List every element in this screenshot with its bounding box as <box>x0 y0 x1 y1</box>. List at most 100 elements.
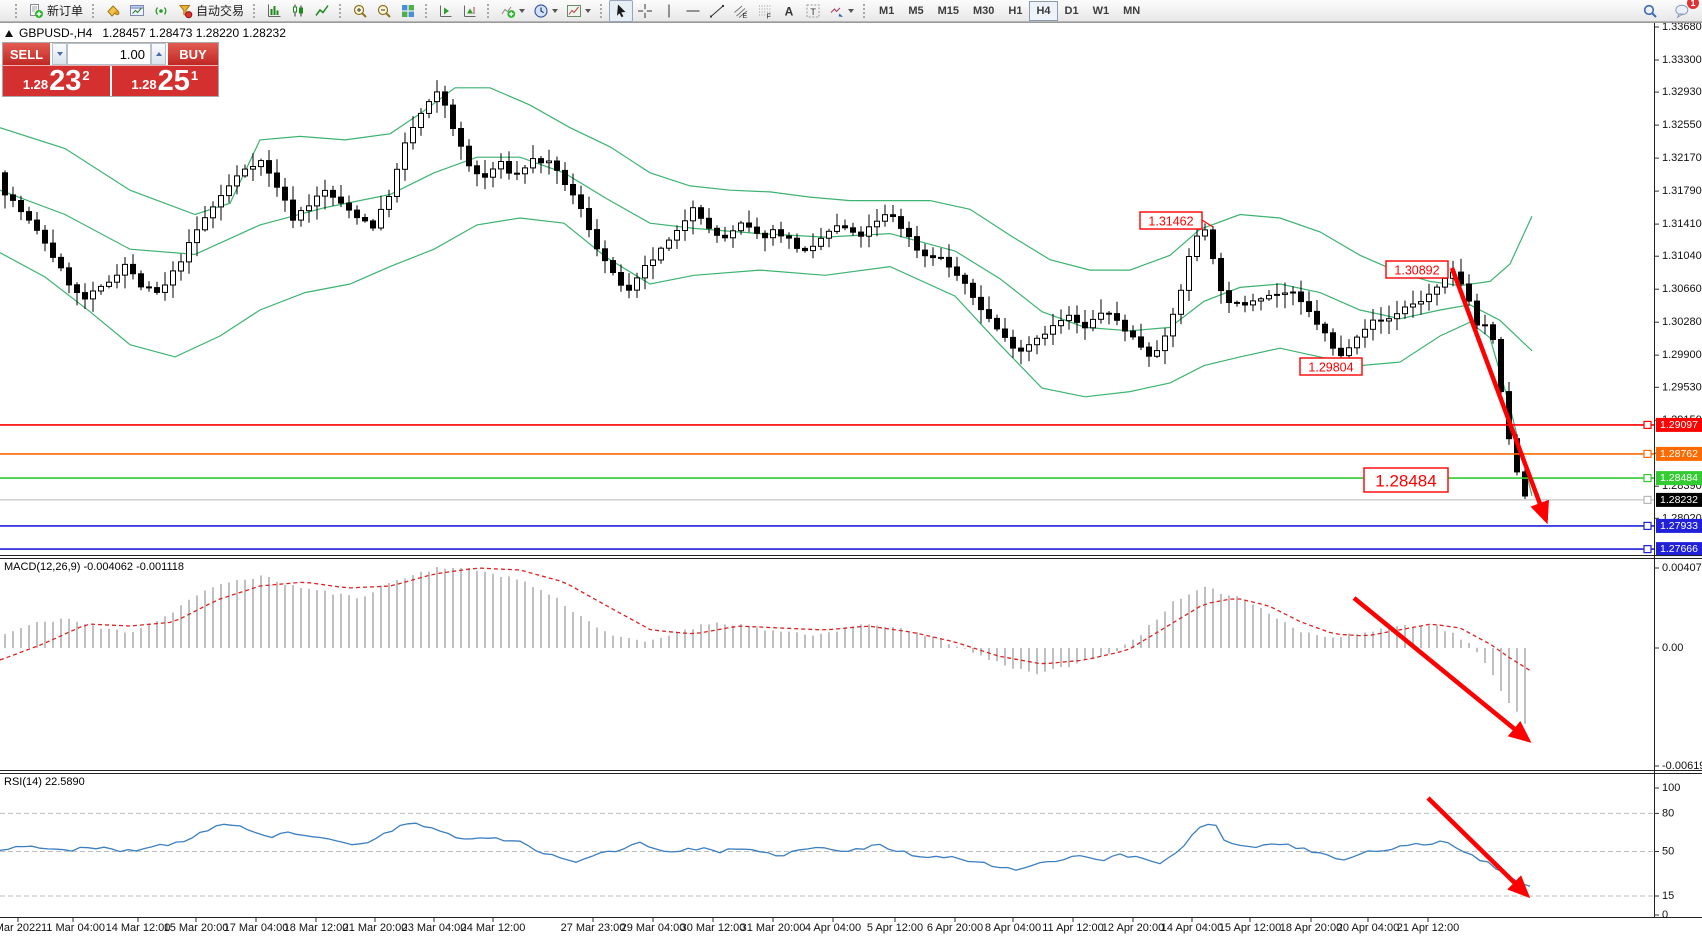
main-toolbar: 新订单 自动交易 EFA T M1M5M15M30H1H4D1W1MN 1 <box>0 0 1702 22</box>
chart-shift-button[interactable] <box>458 0 482 22</box>
toolbar-drag-handle[interactable] <box>425 4 429 18</box>
macd-indicator-label: MACD(12,26,9) -0.004062 -0.001118 <box>4 561 184 573</box>
svg-text:5 Apr 12:00: 5 Apr 12:00 <box>867 922 923 934</box>
zoom-out-button[interactable] <box>372 0 396 22</box>
svg-text:18 Apr 20:00: 18 Apr 20:00 <box>1280 922 1342 934</box>
svg-text:50: 50 <box>1662 846 1674 858</box>
svg-text:17 Mar 04:00: 17 Mar 04:00 <box>224 922 289 934</box>
timeframe-m30-button[interactable]: M30 <box>966 1 1001 21</box>
candles-icon <box>290 3 306 19</box>
svg-text:A: A <box>785 4 794 18</box>
new-order-button[interactable]: 新订单 <box>24 0 87 22</box>
volume-decrease-button[interactable] <box>52 43 67 65</box>
symbol-info: GBPUSD-,H4 1.28457 1.28473 1.28220 1.282… <box>5 26 286 40</box>
svg-text:11 Mar 04:00: 11 Mar 04:00 <box>41 922 105 934</box>
timeframe-m5-button[interactable]: M5 <box>901 1 930 21</box>
svg-text:1.30892: 1.30892 <box>1394 264 1439 278</box>
svg-text:1.28232: 1.28232 <box>1660 494 1698 506</box>
svg-text:1.28484: 1.28484 <box>1375 472 1436 491</box>
label-t-icon: T <box>805 3 821 19</box>
sell-price-big: 23 <box>49 68 81 95</box>
volume-input[interactable] <box>67 43 151 65</box>
toolbar-drag-handle[interactable] <box>339 4 343 18</box>
toolbar-drag-handle[interactable] <box>253 4 257 18</box>
fibonacci-button[interactable]: F <box>753 0 777 22</box>
buy-button[interactable]: BUY <box>168 43 218 65</box>
tile-windows-button[interactable] <box>396 0 420 22</box>
horizontal-line-button[interactable] <box>681 0 705 22</box>
svg-text:1.31410: 1.31410 <box>1662 218 1702 230</box>
crosshair-button[interactable] <box>633 0 657 22</box>
svg-text:T: T <box>810 6 816 16</box>
vertical-line-button[interactable] <box>657 0 681 22</box>
chart-canvas[interactable]: 1.336801.333001.329301.325501.321701.317… <box>0 0 1702 938</box>
text-button[interactable]: A <box>777 0 801 22</box>
ohlc-values: 1.28457 1.28473 1.28220 1.28232 <box>102 26 286 40</box>
vline-icon <box>661 3 677 19</box>
toolbar-drag-handle[interactable] <box>487 4 491 18</box>
candle-chart-mode-button[interactable] <box>286 0 310 22</box>
chat-notification-badge: 1 <box>1687 0 1699 9</box>
svg-text:29 Mar 04:00: 29 Mar 04:00 <box>621 922 686 934</box>
timeframe-h1-button[interactable]: H1 <box>1001 1 1029 21</box>
svg-text:1.32550: 1.32550 <box>1662 119 1702 131</box>
equidistant-channel-button[interactable]: E <box>729 0 753 22</box>
toolbar-drag-handle[interactable] <box>863 4 867 18</box>
svg-text:1.32170: 1.32170 <box>1662 152 1702 164</box>
timeframe-h4-button[interactable]: H4 <box>1029 1 1057 21</box>
charts-window-button[interactable] <box>125 0 149 22</box>
toolbar-drag-handle[interactable] <box>92 4 96 18</box>
rsi-indicator-label: RSI(14) 22.5890 <box>4 776 85 788</box>
buy-quote[interactable]: 1.28 25 1 <box>112 66 219 96</box>
trendline-button[interactable] <box>705 0 729 22</box>
dropdown-caret-icon <box>552 9 558 13</box>
svg-text:0: 0 <box>1662 909 1668 921</box>
periods-button[interactable] <box>529 0 562 22</box>
svg-text:11 Apr 12:00: 11 Apr 12:00 <box>1042 922 1104 934</box>
text-label-button[interactable]: T <box>801 0 825 22</box>
signals-button[interactable] <box>149 0 173 22</box>
auto-scroll-button[interactable] <box>434 0 458 22</box>
timeframe-mn-button[interactable]: MN <box>1116 1 1147 21</box>
indicators-button[interactable] <box>496 0 529 22</box>
line-chart-mode-button[interactable] <box>310 0 334 22</box>
auto-trading-button[interactable]: 自动交易 <box>173 0 248 22</box>
spinner-down-icon <box>57 52 63 56</box>
styler-button[interactable] <box>101 0 125 22</box>
svg-text:15: 15 <box>1662 890 1674 902</box>
svg-text:1.30660: 1.30660 <box>1662 283 1702 295</box>
timeframe-w1-button[interactable]: W1 <box>1086 1 1117 21</box>
arrange2-icon <box>462 3 478 19</box>
svg-text:1.29804: 1.29804 <box>1308 361 1353 375</box>
svg-text:27 Mar 23:00: 27 Mar 23:00 <box>561 922 626 934</box>
zoom-in-button[interactable] <box>348 0 372 22</box>
arrows-button[interactable] <box>825 0 858 22</box>
bucket-icon <box>105 3 121 19</box>
timeframe-d1-button[interactable]: D1 <box>1058 1 1086 21</box>
timeframe-m15-button[interactable]: M15 <box>931 1 966 21</box>
cursor-icon <box>613 3 629 19</box>
time-axis[interactable]: Mar 202211 Mar 04:0014 Mar 12:0015 Mar 2… <box>0 918 1459 934</box>
timeframe-m1-button[interactable]: M1 <box>872 1 901 21</box>
new-order-label: 新订单 <box>47 2 83 19</box>
volume-increase-button[interactable] <box>151 43 166 65</box>
search-icon <box>1642 3 1658 19</box>
svg-text:14 Mar 12:00: 14 Mar 12:00 <box>106 922 171 934</box>
template-icon <box>566 3 582 19</box>
svg-text:14 Apr 04:00: 14 Apr 04:00 <box>1161 922 1223 934</box>
search-button[interactable] <box>1638 0 1662 22</box>
sell-button[interactable]: SELL <box>3 43 50 65</box>
shapes-icon <box>829 3 845 19</box>
symbol-period-label: GBPUSD-,H4 <box>19 26 92 40</box>
svg-text:15 Mar 20:00: 15 Mar 20:00 <box>164 922 229 934</box>
cursor-button[interactable] <box>609 0 633 22</box>
bar-chart-mode-button[interactable] <box>262 0 286 22</box>
chat-button[interactable]: 1 <box>1670 0 1694 22</box>
svg-text:1.28762: 1.28762 <box>1660 448 1698 460</box>
sell-quote[interactable]: 1.28 23 2 <box>3 66 112 96</box>
toolbar-drag-handle[interactable] <box>15 4 19 18</box>
toolbar-drag-handle[interactable] <box>600 4 604 18</box>
svg-text:6 Apr 20:00: 6 Apr 20:00 <box>927 922 983 934</box>
templates-button[interactable] <box>562 0 595 22</box>
buy-price-big: 25 <box>158 68 190 95</box>
